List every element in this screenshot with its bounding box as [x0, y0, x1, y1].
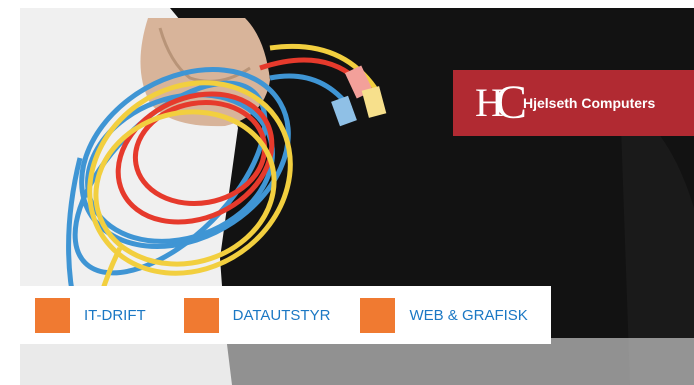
orange-square-icon	[35, 297, 70, 333]
hc-logo: H C	[475, 79, 535, 127]
orange-square-icon	[360, 297, 396, 333]
menu-item-datautstyr[interactable]: DATAUTSTYR	[183, 297, 331, 333]
menu-item-label[interactable]: WEB & GRAFISK	[409, 307, 527, 324]
orange-square-icon	[183, 297, 219, 333]
menu-item-web-grafisk[interactable]: WEB & GRAFISK	[360, 297, 528, 333]
brand-name: Hjelseth Computers	[523, 95, 656, 111]
menu-item-it-drift[interactable]: IT-DRIFT	[35, 297, 146, 333]
service-menu: IT-DRIFT DATAUTSTYR WEB & GRAFISK	[20, 286, 551, 344]
brand-box[interactable]: H C Hjelseth Computers	[453, 70, 694, 136]
menu-item-label[interactable]: DATAUTSTYR	[233, 307, 331, 324]
logo-c-letter: C	[495, 76, 528, 129]
hero-banner: H C Hjelseth Computers IT-DRIFT DATAUTST…	[0, 0, 694, 385]
menu-item-label[interactable]: IT-DRIFT	[84, 307, 146, 324]
